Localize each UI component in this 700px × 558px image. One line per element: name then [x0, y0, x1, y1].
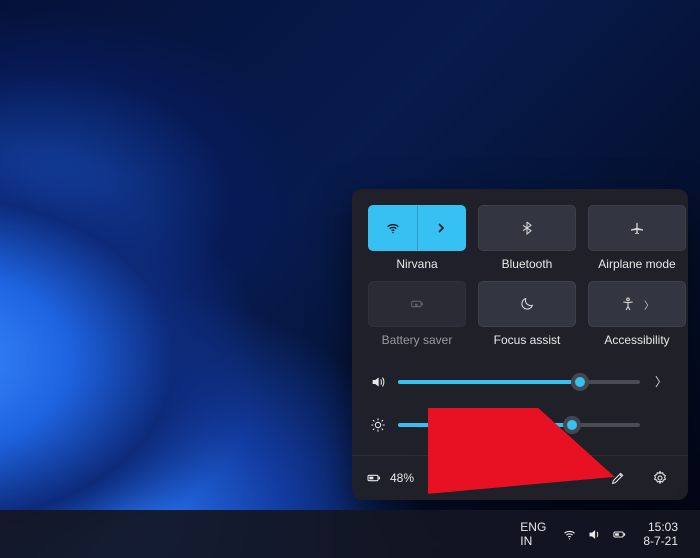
tile-accessibility: 〉 Accessibility — [588, 281, 686, 349]
quick-settings-panel: Nirvana Bluetooth Airplane mode Battery … — [352, 189, 688, 500]
focus-assist-label: Focus assist — [494, 333, 561, 349]
lang-secondary: IN — [520, 534, 546, 548]
speaker-icon — [587, 527, 602, 542]
battery-icon — [612, 527, 627, 542]
pencil-icon — [610, 470, 626, 486]
taskbar-clock[interactable]: 15:03 8-7-21 — [635, 510, 696, 558]
brightness-slider-thumb[interactable] — [563, 416, 581, 434]
tile-battery-saver: Battery saver — [368, 281, 466, 349]
battery-icon — [366, 470, 382, 486]
taskbar-language[interactable]: ENG IN — [512, 510, 554, 558]
tile-bluetooth: Bluetooth — [478, 205, 576, 273]
airplane-toggle[interactable] — [588, 205, 686, 251]
wifi-toggle[interactable] — [368, 205, 466, 251]
clock-date: 8-7-21 — [643, 534, 678, 548]
speaker-icon — [370, 374, 386, 390]
clock-time: 15:03 — [643, 520, 678, 534]
lang-primary: ENG — [520, 520, 546, 534]
taskbar-system-tray[interactable] — [554, 510, 635, 558]
bluetooth-label: Bluetooth — [502, 257, 553, 273]
airplane-icon — [629, 220, 645, 236]
volume-slider-fill — [398, 380, 580, 384]
focus-assist-toggle[interactable] — [478, 281, 576, 327]
brightness-slider[interactable] — [398, 423, 640, 427]
tile-focus-assist: Focus assist — [478, 281, 576, 349]
bluetooth-toggle[interactable] — [478, 205, 576, 251]
accessibility-toggle[interactable]: 〉 — [588, 281, 686, 327]
settings-button[interactable] — [646, 464, 674, 492]
gear-icon — [652, 470, 668, 486]
tile-wifi: Nirvana — [368, 205, 466, 273]
battery-saver-toggle[interactable] — [368, 281, 466, 327]
wifi-icon — [385, 220, 401, 236]
volume-expand[interactable]: 〉 — [652, 373, 670, 390]
bluetooth-icon — [519, 220, 535, 236]
quick-settings-tiles: Nirvana Bluetooth Airplane mode Battery … — [368, 205, 672, 349]
airplane-label: Airplane mode — [598, 257, 675, 273]
accessibility-icon — [620, 296, 636, 312]
moon-icon — [519, 296, 535, 312]
taskbar: ENG IN 15:03 8-7-21 — [0, 510, 700, 558]
tile-airplane: Airplane mode — [588, 205, 686, 273]
sliders-section: 〉 〉 — [368, 373, 672, 433]
wifi-icon — [562, 527, 577, 542]
battery-percent-text: 48% — [390, 471, 414, 485]
volume-slider-thumb[interactable] — [571, 373, 589, 391]
taskbar-overflow[interactable] — [496, 510, 512, 558]
chevron-right-icon: 〉 — [644, 297, 654, 312]
quick-settings-footer: 48% — [352, 455, 688, 500]
edit-quick-settings-button[interactable] — [604, 464, 632, 492]
wifi-label: Nirvana — [396, 257, 437, 273]
battery-saver-icon — [409, 296, 425, 312]
accessibility-label: Accessibility — [604, 333, 669, 349]
battery-status[interactable]: 48% — [366, 470, 414, 486]
brightness-slider-row: 〉 — [370, 416, 670, 433]
brightness-icon — [370, 417, 386, 433]
brightness-slider-fill — [398, 423, 572, 427]
wifi-toggle-main[interactable] — [369, 206, 417, 250]
chevron-right-icon — [433, 220, 449, 236]
wifi-expand[interactable] — [417, 206, 466, 250]
battery-saver-label: Battery saver — [382, 333, 453, 349]
volume-slider[interactable] — [398, 380, 640, 384]
volume-slider-row: 〉 — [370, 373, 670, 390]
